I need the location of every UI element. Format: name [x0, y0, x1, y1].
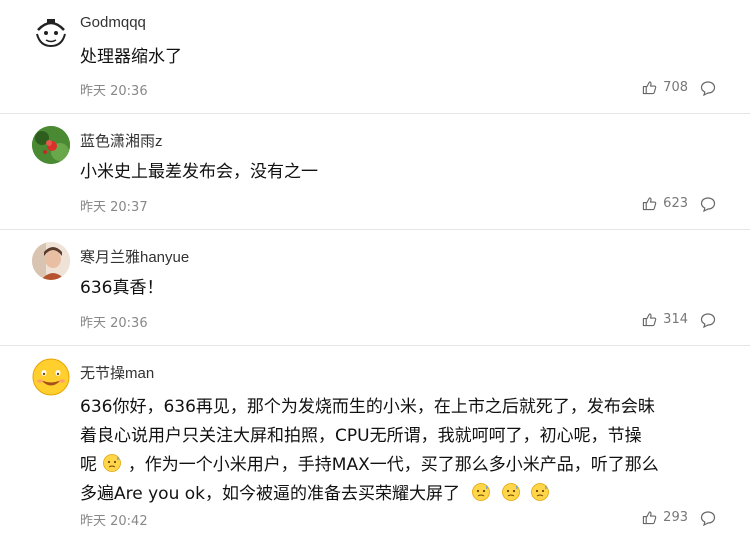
like-button[interactable]: 314 — [642, 312, 688, 327]
comment-bubble-icon[interactable] — [700, 510, 716, 526]
comment-text-line: 多遍Are you ok，如今被逼的准备去买荣耀大屏了 — [80, 480, 722, 509]
awkward-emoji-icon — [103, 454, 122, 472]
comment-text: 处理器缩水了 — [80, 47, 182, 67]
comment-text-segment: 多遍Are you ok，如今被逼的准备去买荣耀大屏了 — [80, 484, 460, 504]
username[interactable]: 寒月兰雅hanyue — [80, 246, 189, 267]
comment-time: 昨天 20:42 — [80, 514, 148, 529]
comment-text-line: 着良心说用户只关注大屏和拍照，CPU无所谓，我就呵呵了，初心呢，节操 — [80, 426, 642, 446]
thumbs-up-icon — [643, 511, 657, 525]
comment-text-segment: 呢 — [80, 455, 97, 475]
cartoon-face-avatar-icon — [36, 19, 66, 48]
comment-item: Godmqqq 处理器缩水了 昨天 20:36 708 — [0, 0, 750, 114]
avatar[interactable] — [32, 12, 70, 50]
avatar[interactable] — [32, 242, 70, 280]
comment-text-line: 636你好，636再见，那个为发烧而生的小米，在上市之后就死了，发布会昧 — [80, 397, 655, 417]
comment-item: 蓝色潇湘雨z 小米史上最差发布会，没有之一 昨天 20:37 623 — [0, 114, 750, 230]
thumbs-up-icon — [643, 313, 657, 327]
username[interactable]: 无节操man — [80, 362, 154, 383]
comment-bubble-icon[interactable] — [700, 196, 716, 212]
avatar[interactable] — [32, 358, 70, 396]
comment-time: 昨天 20:37 — [80, 200, 148, 215]
comment-text-line: 呢 ，作为一个小米用户，手持MAX一代，买了那么多小米产品，听了那么 — [80, 451, 722, 480]
comment-text: 636真香！ — [80, 278, 164, 298]
awkward-emoji-icon — [472, 483, 491, 501]
like-count: 623 — [663, 196, 688, 211]
comment-time: 昨天 20:36 — [80, 316, 148, 331]
like-count: 293 — [663, 510, 688, 525]
username[interactable]: Godmqqq — [80, 14, 146, 31]
awkward-emoji-icon — [501, 483, 520, 501]
like-button[interactable]: 708 — [642, 80, 688, 95]
like-count: 314 — [663, 312, 688, 327]
username[interactable]: 蓝色潇湘雨z — [80, 130, 163, 151]
person-photo-avatar-icon — [32, 242, 70, 280]
like-button[interactable]: 293 — [642, 510, 688, 525]
comment-text: 636你好，636再见，那个为发烧而生的小米，在上市之后就死了，发布会昧 着良心… — [80, 393, 722, 509]
comment-bubble-icon[interactable] — [700, 80, 716, 96]
comment-item: 寒月兰雅hanyue 636真香！ 昨天 20:36 314 — [0, 230, 750, 346]
like-count: 708 — [663, 80, 688, 95]
comment-bubble-icon[interactable] — [700, 312, 716, 328]
comment-text-segment: ，作为一个小米用户，手持MAX一代，买了那么多小米产品，听了那么 — [127, 455, 659, 475]
thumbs-up-icon — [643, 197, 657, 211]
thumbs-up-icon — [643, 81, 657, 95]
smiley-emoji-avatar-icon — [32, 358, 70, 396]
comment-item: 无节操man 636你好，636再见，那个为发烧而生的小米，在上市之后就死了，发… — [0, 346, 750, 540]
awkward-emoji-icon — [531, 483, 550, 501]
flower-photo-avatar-icon — [32, 126, 70, 164]
avatar[interactable] — [32, 126, 70, 164]
like-button[interactable]: 623 — [642, 196, 688, 211]
comment-text: 小米史上最差发布会，没有之一 — [80, 162, 318, 182]
comment-time: 昨天 20:36 — [80, 84, 148, 99]
